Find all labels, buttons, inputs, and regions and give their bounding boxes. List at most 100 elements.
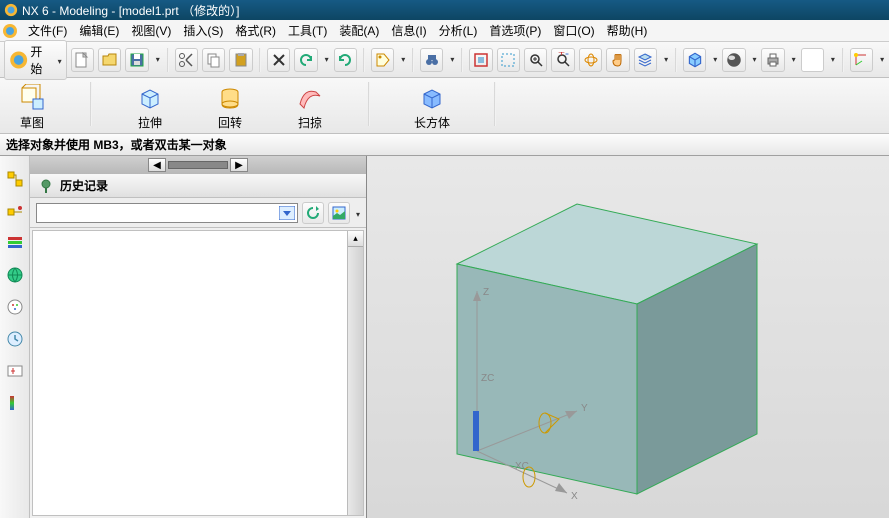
- extrude-icon: [136, 84, 164, 112]
- menu-edit[interactable]: 编辑(E): [73, 20, 125, 41]
- extrude-button[interactable]: 拉伸: [128, 82, 172, 133]
- zoom-io-button[interactable]: +-: [551, 48, 574, 72]
- menu-help[interactable]: 帮助(H): [601, 20, 654, 41]
- menu-assemble[interactable]: 装配(A): [333, 20, 385, 41]
- nav-gradient-icon[interactable]: [4, 392, 26, 414]
- svg-text:-: -: [565, 52, 569, 60]
- split-left-button[interactable]: ◀: [148, 158, 166, 172]
- magnifier-icon: [528, 52, 544, 68]
- nav-collapse-icon[interactable]: [4, 360, 26, 382]
- svg-text:+: +: [558, 52, 565, 59]
- folder-open-icon: [102, 52, 118, 68]
- paste-button[interactable]: [229, 48, 252, 72]
- scroll-up-button[interactable]: ▴: [348, 231, 363, 247]
- revolve-label: 回转: [218, 114, 242, 131]
- fit-button[interactable]: [469, 48, 492, 72]
- binoculars-button[interactable]: [420, 48, 443, 72]
- refresh-button[interactable]: [302, 202, 324, 224]
- color-dropdown[interactable]: [828, 55, 836, 64]
- copy-button[interactable]: [202, 48, 225, 72]
- image-button[interactable]: [328, 202, 350, 224]
- tag-button[interactable]: [371, 48, 394, 72]
- tag-dropdown[interactable]: [398, 55, 406, 64]
- image-dropdown[interactable]: [354, 206, 360, 220]
- model-cube[interactable]: [447, 184, 787, 504]
- sep: [461, 48, 463, 72]
- start-button[interactable]: 开始: [4, 40, 67, 80]
- redo-button[interactable]: [334, 48, 357, 72]
- cut-button[interactable]: [175, 48, 198, 72]
- shaded-button[interactable]: [722, 48, 745, 72]
- split-track[interactable]: [168, 161, 228, 169]
- rotate-view-button[interactable]: [579, 48, 602, 72]
- region-button[interactable]: [497, 48, 520, 72]
- menu-analyze[interactable]: 分析(L): [433, 20, 484, 41]
- cube-dropdown[interactable]: [710, 55, 718, 64]
- history-dropdown[interactable]: [36, 203, 298, 223]
- zoom-button[interactable]: [524, 48, 547, 72]
- extrude-label: 拉伸: [138, 114, 162, 131]
- rotate-icon: [583, 52, 599, 68]
- sweep-button[interactable]: 扫掠: [288, 82, 332, 133]
- new-button[interactable]: [71, 48, 94, 72]
- menu-bar: 文件(F) 编辑(E) 视图(V) 插入(S) 格式(R) 工具(T) 装配(A…: [0, 20, 889, 42]
- open-button[interactable]: [98, 48, 121, 72]
- nav-assembly-icon[interactable]: [4, 200, 26, 222]
- viewport[interactable]: Z ZC Y X XC: [366, 156, 889, 518]
- pin-icon[interactable]: [38, 178, 54, 194]
- undo-button[interactable]: [294, 48, 317, 72]
- print-button[interactable]: [761, 48, 784, 72]
- menu-view[interactable]: 视图(V): [125, 20, 177, 41]
- x-icon: [271, 52, 287, 68]
- app-orb-icon[interactable]: [2, 23, 18, 39]
- panel-header: 历史记录: [30, 174, 366, 198]
- sep: [494, 82, 496, 126]
- sketch-button[interactable]: 草图: [10, 82, 54, 133]
- history-list[interactable]: ▴: [32, 230, 364, 516]
- main-toolbar: 开始 +-: [0, 42, 889, 78]
- feature-toolbar: 草图 拉伸 回转 扫掠 长方体: [0, 78, 889, 134]
- nav-roles-icon[interactable]: [4, 296, 26, 318]
- revolve-button[interactable]: 回转: [208, 82, 252, 133]
- layers-button[interactable]: [634, 48, 657, 72]
- title-text: NX 6 - Modeling - [model1.prt （修改的）]: [22, 2, 239, 19]
- nav-layers-icon[interactable]: [4, 232, 26, 254]
- sep: [842, 48, 844, 72]
- menu-insert[interactable]: 插入(S): [177, 20, 229, 41]
- menu-format[interactable]: 格式(R): [229, 20, 282, 41]
- wcs-dropdown[interactable]: [877, 55, 885, 64]
- shaded-dropdown[interactable]: [750, 55, 758, 64]
- layers-dropdown[interactable]: [661, 55, 669, 64]
- sep: [90, 82, 92, 126]
- nav-browser-icon[interactable]: [4, 264, 26, 286]
- wcs-icon: [852, 51, 870, 69]
- menu-window[interactable]: 窗口(O): [547, 20, 600, 41]
- splitter[interactable]: ◀ ▶: [30, 156, 366, 174]
- copy-icon: [206, 52, 222, 68]
- split-right-button[interactable]: ▶: [230, 158, 248, 172]
- nav-history-icon[interactable]: [4, 328, 26, 350]
- refresh-icon: [306, 206, 320, 220]
- pan-button[interactable]: [606, 48, 629, 72]
- wcs-button[interactable]: [850, 48, 873, 72]
- print-dropdown[interactable]: [789, 55, 797, 64]
- panel-title: 历史记录: [60, 177, 108, 194]
- menu-info[interactable]: 信息(I): [385, 20, 432, 41]
- nav-part-icon[interactable]: [4, 168, 26, 190]
- scrollbar[interactable]: ▴: [347, 231, 363, 515]
- title-bar: NX 6 - Modeling - [model1.prt （修改的）]: [0, 0, 889, 20]
- save-button[interactable]: [125, 48, 148, 72]
- menu-file[interactable]: 文件(F): [22, 20, 73, 41]
- delete-button[interactable]: [267, 48, 290, 72]
- cuboid-button[interactable]: 长方体: [406, 82, 458, 133]
- save-dropdown[interactable]: [153, 55, 161, 64]
- color-swatch-button[interactable]: [801, 48, 824, 72]
- undo-dropdown[interactable]: [322, 55, 330, 64]
- undo-icon: [298, 52, 314, 68]
- menu-tools[interactable]: 工具(T): [282, 20, 333, 41]
- binoculars-dropdown[interactable]: [447, 55, 455, 64]
- cube-solid-button[interactable]: [683, 48, 706, 72]
- image-icon: [332, 206, 346, 220]
- sep: [363, 48, 365, 72]
- menu-prefs[interactable]: 首选项(P): [483, 20, 547, 41]
